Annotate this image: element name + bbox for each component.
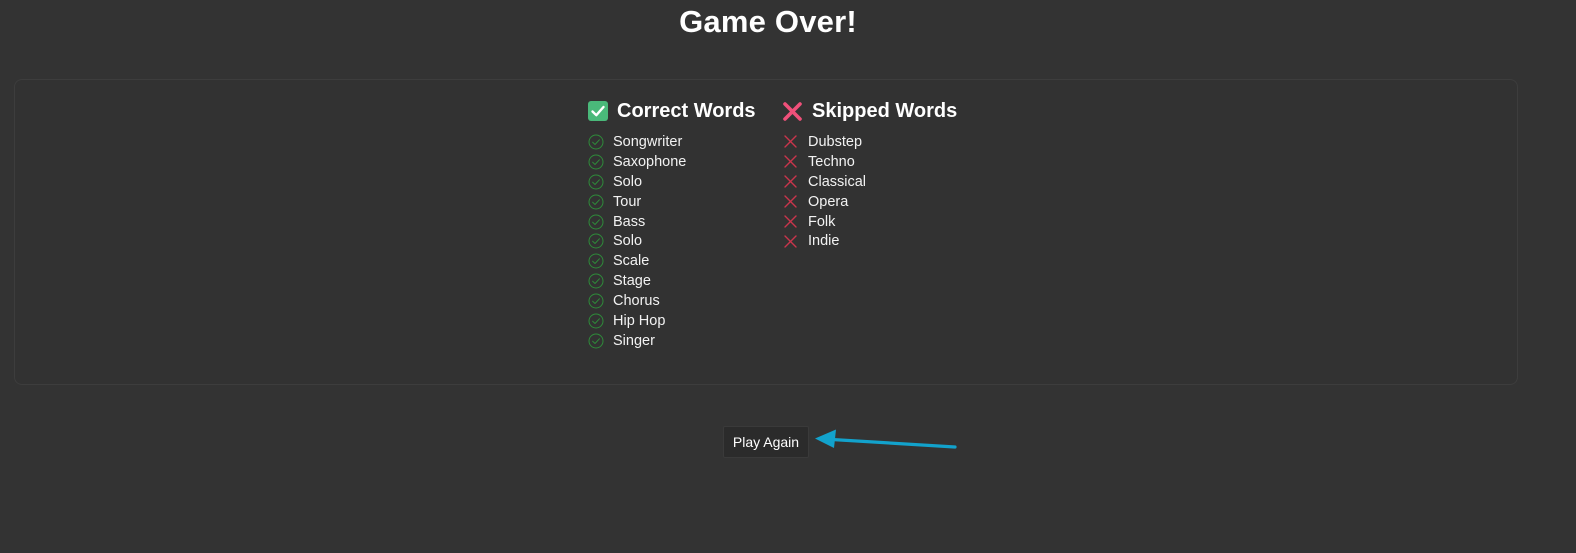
correct-words-list: Songwriter Saxophone Solo Tour Bass Solo Scale… bbox=[587, 132, 756, 351]
correct-word-item: Singer bbox=[587, 331, 756, 351]
correct-word-item: Bass bbox=[587, 212, 756, 232]
correct-word-label: Tour bbox=[613, 193, 642, 210]
skipped-word-label: Opera bbox=[808, 193, 849, 210]
correct-word-label: Solo bbox=[613, 233, 643, 250]
skipped-words-list: Dubstep Techno Classical Opera Folk Indie bbox=[782, 132, 957, 251]
page-title: Game Over! bbox=[679, 4, 857, 39]
x-icon bbox=[782, 193, 799, 210]
circle-check-icon bbox=[587, 133, 604, 150]
correct-word-label: Stage bbox=[613, 273, 651, 290]
x-icon bbox=[782, 133, 799, 150]
correct-word-item: Solo bbox=[587, 231, 756, 251]
play-again-button[interactable]: Play Again bbox=[723, 426, 809, 458]
correct-word-item: Chorus bbox=[587, 291, 756, 311]
skipped-word-label: Folk bbox=[808, 213, 836, 230]
circle-check-icon bbox=[587, 293, 604, 310]
circle-check-icon bbox=[587, 153, 604, 170]
x-icon bbox=[782, 153, 799, 170]
skipped-word-label: Classical bbox=[808, 173, 867, 190]
skipped-word-item: Techno bbox=[782, 152, 957, 172]
correct-word-item: Stage bbox=[587, 271, 756, 291]
correct-words-title: Correct Words bbox=[617, 99, 756, 122]
x-icon bbox=[782, 233, 799, 250]
skipped-word-item: Opera bbox=[782, 192, 957, 212]
correct-word-item: Solo bbox=[587, 172, 756, 192]
skipped-word-label: Dubstep bbox=[808, 133, 863, 150]
circle-check-icon bbox=[587, 233, 604, 250]
circle-check-icon bbox=[587, 193, 604, 210]
x-icon bbox=[782, 173, 799, 190]
skipped-words-title: Skipped Words bbox=[812, 99, 958, 122]
correct-word-item: Saxophone bbox=[587, 152, 756, 172]
circle-check-icon bbox=[587, 332, 604, 349]
correct-words-header: Correct Words bbox=[587, 97, 756, 125]
correct-word-label: Solo bbox=[613, 173, 643, 190]
correct-word-item: Tour bbox=[587, 192, 756, 212]
circle-check-icon bbox=[587, 273, 604, 290]
correct-word-label: Singer bbox=[613, 332, 655, 349]
skipped-word-label: Techno bbox=[808, 153, 855, 170]
correct-word-label: Chorus bbox=[613, 293, 660, 310]
correct-word-label: Hip Hop bbox=[613, 312, 666, 329]
arrow-pointer-icon bbox=[815, 429, 957, 449]
correct-word-item: Scale bbox=[587, 251, 756, 271]
correct-word-label: Bass bbox=[613, 213, 646, 230]
skipped-words-column: Skipped Words Dubstep Techno Classical Oper… bbox=[782, 97, 957, 251]
circle-check-icon bbox=[587, 253, 604, 270]
correct-word-label: Saxophone bbox=[613, 153, 687, 170]
x-icon bbox=[782, 213, 799, 230]
cross-mark-icon bbox=[782, 101, 803, 122]
circle-check-icon bbox=[587, 213, 604, 230]
skipped-word-label: Indie bbox=[808, 233, 840, 250]
correct-word-item: Songwriter bbox=[587, 132, 756, 152]
circle-check-icon bbox=[587, 312, 604, 329]
correct-word-item: Hip Hop bbox=[587, 311, 756, 331]
results-panel: Correct Words Songwriter Saxophone Solo Tou… bbox=[14, 79, 1518, 385]
correct-words-column: Correct Words Songwriter Saxophone Solo Tou… bbox=[587, 97, 756, 351]
correct-word-label: Songwriter bbox=[613, 133, 683, 150]
skipped-word-item: Indie bbox=[782, 231, 957, 251]
skipped-word-item: Folk bbox=[782, 212, 957, 232]
skipped-word-item: Dubstep bbox=[782, 132, 957, 152]
skipped-words-header: Skipped Words bbox=[782, 97, 957, 125]
game-over-screen: Game Over! Correct Words Songwriter Saxop… bbox=[0, 0, 1576, 553]
check-box-icon bbox=[587, 101, 608, 122]
correct-word-label: Scale bbox=[613, 253, 650, 270]
circle-check-icon bbox=[587, 173, 604, 190]
skipped-word-item: Classical bbox=[782, 172, 957, 192]
